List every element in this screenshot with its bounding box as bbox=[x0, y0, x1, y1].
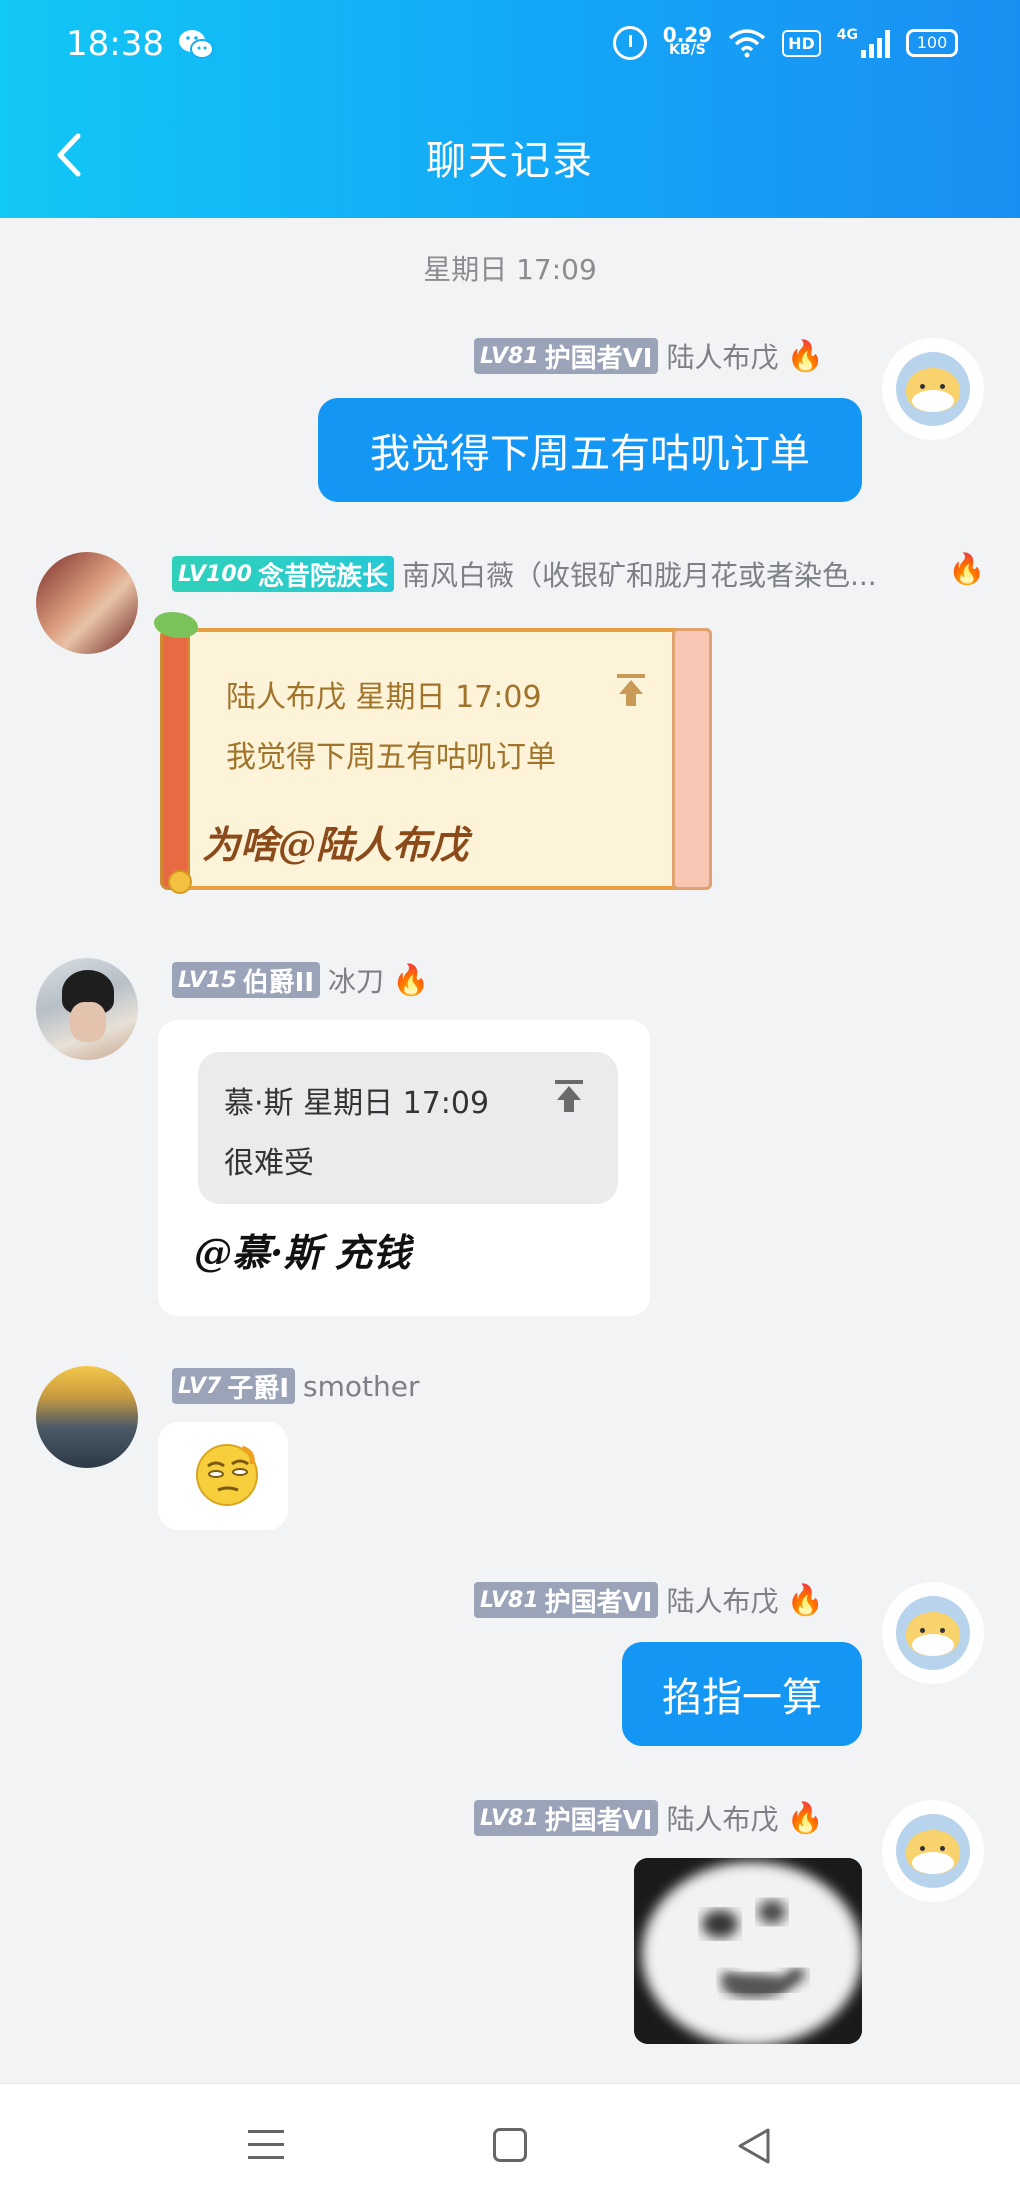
status-icons: 0.29 KB/S HD 4G 100 bbox=[612, 23, 958, 60]
avatar[interactable] bbox=[36, 958, 138, 1060]
home-button[interactable] bbox=[493, 2128, 527, 2162]
status-time: 18:38 bbox=[66, 24, 164, 64]
back-triangle-button[interactable] bbox=[736, 2126, 772, 2166]
scroll-rod-left bbox=[160, 628, 190, 890]
fire-icon: 🔥 bbox=[948, 552, 986, 587]
message-text: 掐指一算 bbox=[662, 1675, 822, 1721]
coin-decoration bbox=[168, 870, 192, 894]
badge-title: 子爵I bbox=[227, 1373, 290, 1404]
badge-title: 念昔院族长 bbox=[257, 561, 388, 592]
badge-level: LV81 bbox=[480, 1587, 539, 1613]
avatar[interactable] bbox=[882, 1800, 984, 1902]
quote-text: 很难受 bbox=[224, 1146, 314, 1181]
thinking-emoji-icon bbox=[196, 1444, 258, 1506]
status-bar: 18:38 0.29 KB/S HD 4G 100 bbox=[0, 0, 1020, 90]
level-badge: LV81 护国者VI bbox=[474, 338, 659, 374]
message-bubble[interactable]: 我觉得下周五有咕叽订单 bbox=[318, 398, 862, 502]
jump-to-message-icon[interactable] bbox=[614, 672, 648, 708]
sender-name[interactable]: smother bbox=[303, 1370, 419, 1403]
message-meta: LV81 护国者VI 陆人布戊 🔥 bbox=[474, 1580, 824, 1620]
avatar[interactable] bbox=[882, 338, 984, 440]
avatar[interactable] bbox=[36, 1366, 138, 1468]
level-badge: LV81 护国者VI bbox=[474, 1582, 659, 1618]
badge-title: 护国者VI bbox=[544, 1805, 653, 1836]
badge-level: LV15 bbox=[178, 967, 237, 993]
level-badge: LV81 护国者VI bbox=[474, 1800, 659, 1836]
quote-header: 陆人布戊 星期日 17:09 bbox=[226, 680, 542, 715]
message-text: 为啥@陆人布戊 bbox=[202, 822, 469, 867]
sender-name[interactable]: 南风白薇（收银矿和胧月花或者染色... bbox=[402, 554, 877, 594]
message-bubble[interactable]: 掐指一算 bbox=[622, 1642, 862, 1746]
time-divider: 星期日 17:09 bbox=[423, 253, 597, 286]
blurry-face-meme-icon bbox=[634, 1858, 862, 2044]
quote-text: 我觉得下周五有咕叽订单 bbox=[226, 740, 556, 775]
quote-block[interactable]: 慕·斯 星期日 17:09 很难受 bbox=[198, 1052, 618, 1204]
badge-level: LV81 bbox=[480, 343, 539, 369]
fire-icon: 🔥 bbox=[786, 1800, 824, 1836]
message-text: 我觉得下周五有咕叽订单 bbox=[370, 431, 810, 477]
fire-icon: 🔥 bbox=[786, 1582, 824, 1618]
sender-name[interactable]: 陆人布戊 bbox=[666, 1798, 778, 1838]
jump-to-message-icon[interactable] bbox=[552, 1078, 586, 1114]
menu-button[interactable] bbox=[248, 2130, 284, 2162]
scroll-rod-right bbox=[672, 628, 712, 890]
sticker-bubble[interactable] bbox=[158, 1422, 288, 1530]
battery-icon: 100 bbox=[906, 29, 958, 57]
wechat-icon bbox=[179, 30, 214, 59]
network-speed: 0.29 KB/S bbox=[662, 23, 713, 58]
wifi-icon bbox=[728, 29, 766, 58]
system-nav-bar bbox=[0, 2083, 1020, 2210]
fire-icon: 🔥 bbox=[392, 962, 430, 998]
network-speed-unit: KB/S bbox=[669, 42, 706, 58]
avatar[interactable] bbox=[36, 552, 138, 654]
message-meta: LV81 护国者VI 陆人布戊 🔥 bbox=[474, 336, 824, 376]
badge-title: 护国者VI bbox=[544, 1587, 653, 1618]
page-title: 聊天记录 bbox=[426, 138, 594, 184]
scroll-message-card[interactable]: 陆人布戊 星期日 17:09 我觉得下周五有咕叽订单 为啥@陆人布戊 bbox=[154, 612, 714, 898]
app-header: 18:38 0.29 KB/S HD 4G 100 聊天记录 bbox=[0, 0, 1020, 218]
badge-title: 伯爵II bbox=[242, 967, 314, 998]
sender-name[interactable]: 陆人布戊 bbox=[666, 336, 778, 376]
badge-level: LV7 bbox=[178, 1373, 222, 1399]
message-meta: LV100 念昔院族长 南风白薇（收银矿和胧月花或者染色... bbox=[172, 554, 877, 594]
network-speed-value: 0.29 bbox=[662, 23, 713, 47]
signal-icon: 4G bbox=[837, 28, 890, 58]
message-meta: LV81 护国者VI 陆人布戊 🔥 bbox=[474, 1798, 824, 1838]
level-badge: LV100 念昔院族长 bbox=[172, 556, 394, 592]
level-badge: LV15 伯爵II bbox=[172, 962, 320, 998]
fire-icon: 🔥 bbox=[786, 338, 824, 374]
network-type: 4G bbox=[836, 27, 858, 43]
sender-name[interactable]: 陆人布戊 bbox=[666, 1580, 778, 1620]
message-meta: LV15 伯爵II 冰刀 🔥 bbox=[172, 960, 429, 1000]
message-text: @慕·斯 充钱 bbox=[194, 1230, 411, 1275]
badge-level: LV81 bbox=[480, 1805, 539, 1831]
sender-name[interactable]: 冰刀 bbox=[328, 960, 384, 1000]
level-badge: LV7 子爵I bbox=[172, 1368, 296, 1404]
avatar[interactable] bbox=[882, 1582, 984, 1684]
message-meta: LV7 子爵I smother bbox=[172, 1368, 419, 1404]
quote-header: 慕·斯 星期日 17:09 bbox=[224, 1086, 490, 1121]
badge-title: 护国者VI bbox=[544, 343, 653, 374]
meme-image[interactable] bbox=[634, 1858, 862, 2044]
badge-level: LV100 bbox=[178, 561, 252, 587]
hd-icon: HD bbox=[782, 29, 821, 57]
alarm-icon bbox=[612, 26, 647, 60]
